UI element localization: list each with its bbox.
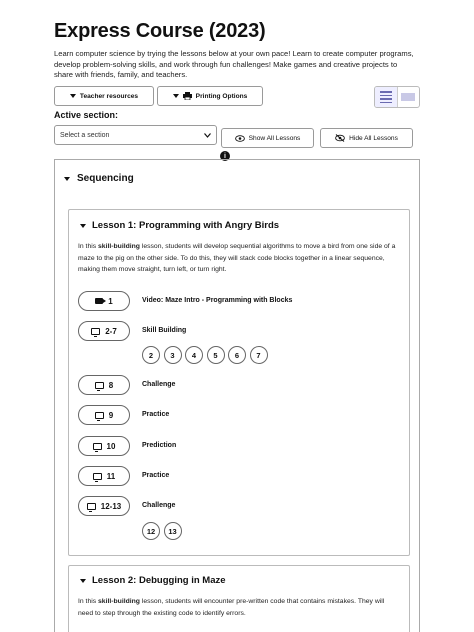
activity-pill[interactable]: 12-13 <box>78 496 130 516</box>
lesson-title: Lesson 2: Debugging in Maze <box>92 575 226 586</box>
activity-label: Video: Maze Intro - Programming with Blo… <box>142 297 293 304</box>
grid-view-button[interactable] <box>398 87 420 107</box>
hide-all-lessons-button[interactable]: Hide All Lessons <box>320 128 413 148</box>
level-bubble[interactable]: 13 <box>163 522 182 540</box>
activity-pill[interactable]: 1 <box>78 291 130 311</box>
activity-number: 12-13 <box>100 501 122 511</box>
lesson-header[interactable]: Lesson 1: Programming with Angry Birds <box>80 220 279 231</box>
level-bubble[interactable]: 6 <box>228 346 246 364</box>
level-bubble[interactable]: 3 <box>163 346 182 364</box>
lesson-title: Lesson 1: Programming with Angry Birds <box>92 220 280 231</box>
activity-label: Challenge <box>142 502 176 509</box>
grid-view-icon <box>401 93 416 101</box>
section-select[interactable]: Select a section <box>54 125 217 145</box>
printing-options-button[interactable]: Printing Options <box>157 86 263 106</box>
monitor-icon <box>92 472 102 482</box>
list-view-button[interactable] <box>375 87 398 107</box>
level-bubble[interactable]: 2 <box>142 346 160 364</box>
chevron-down-icon <box>204 132 211 138</box>
level-bubbles: 2 3 4 5 6 7 <box>142 346 268 364</box>
monitor-icon <box>92 442 102 452</box>
activity-number: 8 <box>108 380 114 390</box>
caret-down-icon <box>64 176 70 181</box>
hide-all-lessons-label: Hide All Lessons <box>349 134 398 142</box>
lesson-description-prefix: In this <box>78 598 99 605</box>
activity-label: Practice <box>142 472 170 479</box>
lesson-type: skill-building <box>98 598 140 605</box>
show-all-lessons-button[interactable]: Show All Lessons <box>221 128 314 148</box>
activity-label: Prediction <box>142 442 177 449</box>
list-view-icon <box>379 91 392 103</box>
activity-pill[interactable]: 2-7 <box>78 321 130 341</box>
video-icon <box>95 298 107 304</box>
caret-down-icon <box>172 94 179 98</box>
course-description: Learn computer science by trying the les… <box>54 49 414 79</box>
view-toggle <box>374 86 420 108</box>
monitor-icon <box>94 381 104 391</box>
section-name: Sequencing <box>77 173 134 184</box>
level-bubble[interactable]: 5 <box>206 346 225 364</box>
teacher-resources-button[interactable]: Teacher resources <box>54 86 154 106</box>
activity-pill[interactable]: 10 <box>78 436 130 456</box>
activity-label: Skill Building <box>142 327 187 334</box>
activity-pill[interactable]: 9 <box>78 405 130 425</box>
show-all-lessons-label: Show All Lessons <box>248 134 301 142</box>
level-bubble[interactable]: 7 <box>249 346 268 364</box>
section-select-value: Select a section <box>60 131 110 139</box>
monitor-icon <box>86 502 96 512</box>
level-bubble[interactable]: 12 <box>142 522 160 540</box>
level-bubble[interactable]: 4 <box>185 346 203 364</box>
lesson-description: In this skill-building lesson, students … <box>78 596 398 619</box>
eye-icon <box>234 134 245 142</box>
monitor-icon <box>94 411 104 421</box>
activity-number: 1 <box>108 296 113 306</box>
active-section-label: Active section: <box>54 110 119 120</box>
teacher-resources-label: Teacher resources <box>79 92 139 100</box>
caret-down-icon <box>80 578 86 583</box>
activity-pill[interactable]: 8 <box>78 375 130 395</box>
lesson-description-prefix: In this <box>78 243 99 250</box>
activity-number: 2-7 <box>105 326 117 336</box>
lesson-type: skill-building <box>98 243 140 250</box>
activity-number: 9 <box>108 410 114 420</box>
caret-down-icon <box>80 223 86 228</box>
monitor-icon <box>91 327 101 337</box>
eye-slash-icon <box>335 134 345 142</box>
page-title: Express Course (2023) <box>54 20 266 42</box>
activity-label: Practice <box>142 411 170 418</box>
activity-number: 10 <box>106 441 116 451</box>
lesson-header[interactable]: Lesson 2: Debugging in Maze <box>80 575 226 586</box>
activity-pill[interactable]: 11 <box>78 466 130 486</box>
printing-options-label: Printing Options <box>195 92 248 100</box>
section-header[interactable]: Sequencing <box>64 173 134 184</box>
printer-icon <box>182 92 192 100</box>
caret-down-icon <box>69 94 76 98</box>
activity-number: 11 <box>106 471 116 481</box>
lesson-description: In this skill-building lesson, students … <box>78 241 398 276</box>
level-bubbles: 12 13 <box>142 522 182 540</box>
activity-label: Challenge <box>142 381 176 388</box>
